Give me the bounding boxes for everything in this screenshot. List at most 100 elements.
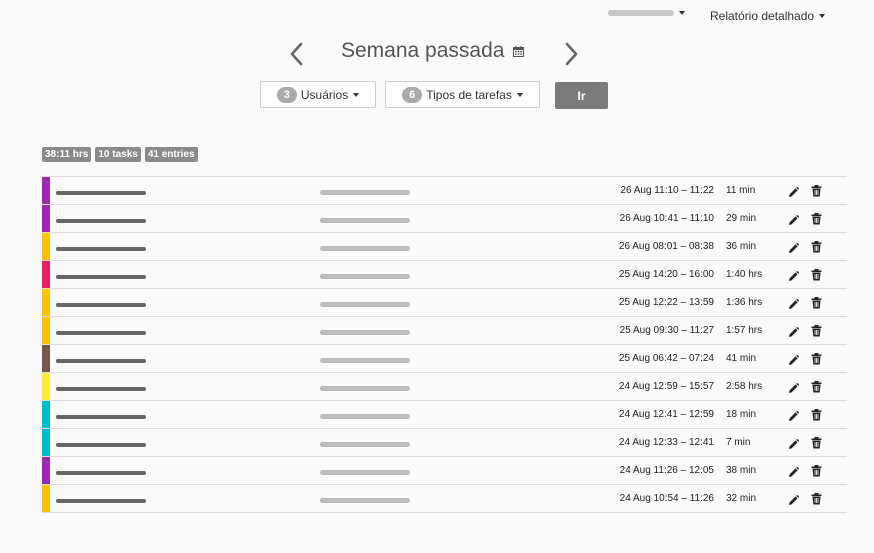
total-hours-badge: 38:11 hrs xyxy=(42,147,92,162)
task-color-strip xyxy=(42,289,50,316)
top-bar: Relatório detalhado xyxy=(0,0,874,34)
task-color-strip xyxy=(42,261,50,288)
trash-icon[interactable] xyxy=(811,352,822,370)
entry-time-range: 25 Aug 12:22 – 13:59 xyxy=(618,297,714,308)
filter-bar: 3 Usuários 6 Tipos de tarefas Ir xyxy=(0,81,874,111)
trash-icon[interactable] xyxy=(811,492,822,510)
table-row: 24 Aug 12:33 – 12:41 7 min xyxy=(42,429,847,457)
entry-duration: 7 min xyxy=(726,437,751,448)
table-row: 26 Aug 08:01 – 08:38 36 min xyxy=(42,233,847,261)
entry-task-redacted[interactable] xyxy=(320,190,410,195)
entry-task-redacted[interactable] xyxy=(320,470,410,475)
entry-description-redacted[interactable] xyxy=(56,443,146,447)
task-color-strip xyxy=(42,401,50,428)
task-color-strip xyxy=(42,205,50,232)
entry-time-range: 25 Aug 14:20 – 16:00 xyxy=(618,269,714,280)
trash-icon[interactable] xyxy=(811,464,822,482)
entry-description-redacted[interactable] xyxy=(56,499,146,503)
table-row: 25 Aug 06:42 – 07:24 41 min xyxy=(42,345,847,373)
entry-time-range: 24 Aug 12:59 – 15:57 xyxy=(618,381,714,392)
caret-down-icon xyxy=(516,92,523,97)
entry-description-redacted[interactable] xyxy=(56,387,146,391)
task-color-strip xyxy=(42,177,50,204)
entry-task-redacted[interactable] xyxy=(320,274,410,279)
entry-description-redacted[interactable] xyxy=(56,471,146,475)
entry-description-redacted[interactable] xyxy=(56,247,146,251)
task-types-filter-button[interactable]: 6 Tipos de tarefas xyxy=(385,81,540,108)
table-row: 24 Aug 12:41 – 12:59 18 min xyxy=(42,401,847,429)
task-color-strip xyxy=(42,233,50,260)
entry-task-redacted[interactable] xyxy=(320,358,410,363)
entry-task-redacted[interactable] xyxy=(320,218,410,223)
entry-task-redacted[interactable] xyxy=(320,302,410,307)
trash-icon[interactable] xyxy=(811,408,822,426)
entry-time-range: 26 Aug 10:41 – 11:10 xyxy=(619,213,714,224)
pencil-icon[interactable] xyxy=(788,325,800,343)
task-color-strip xyxy=(42,457,50,484)
pencil-icon[interactable] xyxy=(788,409,800,427)
task-color-strip xyxy=(42,317,50,344)
users-count-badge: 3 xyxy=(276,86,297,103)
entry-duration: 11 min xyxy=(726,185,756,196)
pencil-icon[interactable] xyxy=(788,241,800,259)
trash-icon[interactable] xyxy=(811,296,822,314)
table-row: 25 Aug 12:22 – 13:59 1:36 hrs xyxy=(42,289,847,317)
report-type-menu[interactable]: Relatório detalhado xyxy=(710,9,826,23)
period-selector: Semana passada xyxy=(0,37,874,69)
trash-icon[interactable] xyxy=(811,212,822,230)
entry-duration: 1:57 hrs xyxy=(726,325,763,336)
entry-task-redacted[interactable] xyxy=(320,246,410,251)
time-entries-list: 26 Aug 11:10 – 11:22 11 min 26 Aug 10:41 –… xyxy=(42,176,847,513)
entry-description-redacted[interactable] xyxy=(56,219,146,223)
entry-duration: 29 min xyxy=(726,213,757,224)
entry-task-redacted[interactable] xyxy=(320,414,410,419)
pencil-icon[interactable] xyxy=(788,213,800,231)
task-types-count-badge: 6 xyxy=(402,86,423,103)
trash-icon[interactable] xyxy=(811,436,822,454)
users-filter-label: Usuários xyxy=(300,87,349,102)
chevron-left-icon[interactable] xyxy=(287,41,309,67)
entry-description-redacted[interactable] xyxy=(56,415,146,419)
entry-time-range: 24 Aug 12:33 – 12:41 xyxy=(618,437,714,448)
pencil-icon[interactable] xyxy=(788,381,800,399)
entry-time-range: 26 Aug 11:10 – 11:22 xyxy=(620,185,714,196)
user-menu[interactable] xyxy=(608,10,685,16)
trash-icon[interactable] xyxy=(811,380,822,398)
entry-description-redacted[interactable] xyxy=(56,191,146,195)
entry-description-redacted[interactable] xyxy=(56,303,146,307)
pencil-icon[interactable] xyxy=(788,437,800,455)
pencil-icon[interactable] xyxy=(788,353,800,371)
task-color-strip xyxy=(42,429,50,456)
entry-task-redacted[interactable] xyxy=(320,498,410,503)
pencil-icon[interactable] xyxy=(788,465,800,483)
pencil-icon[interactable] xyxy=(788,269,800,287)
pencil-icon[interactable] xyxy=(788,297,800,315)
entry-task-redacted[interactable] xyxy=(320,330,410,335)
entry-task-redacted[interactable] xyxy=(320,442,410,447)
chevron-right-icon[interactable] xyxy=(561,41,583,67)
entry-time-range: 25 Aug 09:30 – 11:27 xyxy=(619,325,714,336)
trash-icon[interactable] xyxy=(811,268,822,286)
users-filter-button[interactable]: 3 Usuários xyxy=(260,81,376,108)
pencil-icon[interactable] xyxy=(788,493,800,511)
trash-icon[interactable] xyxy=(811,240,822,258)
table-row: 24 Aug 12:59 – 15:57 2:58 hrs xyxy=(42,373,847,401)
trash-icon[interactable] xyxy=(811,324,822,342)
trash-icon[interactable] xyxy=(811,184,822,202)
entry-duration: 36 min xyxy=(726,241,757,252)
calendar-icon[interactable] xyxy=(513,44,524,62)
entry-description-redacted[interactable] xyxy=(56,331,146,335)
entry-description-redacted[interactable] xyxy=(56,359,146,363)
entry-time-range: 24 Aug 10:54 – 11:26 xyxy=(619,493,714,504)
summary-badges: 38:11 hrs 10 tasks 41 entries xyxy=(42,147,198,162)
entry-task-redacted[interactable] xyxy=(320,386,410,391)
go-button[interactable]: Ir xyxy=(555,82,608,109)
period-title: Semana passada xyxy=(341,39,505,62)
entry-time-range: 24 Aug 12:41 – 12:59 xyxy=(618,409,714,420)
table-row: 25 Aug 14:20 – 16:00 1:40 hrs xyxy=(42,261,847,289)
task-color-strip xyxy=(42,485,50,512)
entry-description-redacted[interactable] xyxy=(56,275,146,279)
table-row: 24 Aug 10:54 – 11:26 32 min xyxy=(42,485,847,513)
pencil-icon[interactable] xyxy=(788,185,800,203)
user-name-redacted xyxy=(608,10,674,16)
